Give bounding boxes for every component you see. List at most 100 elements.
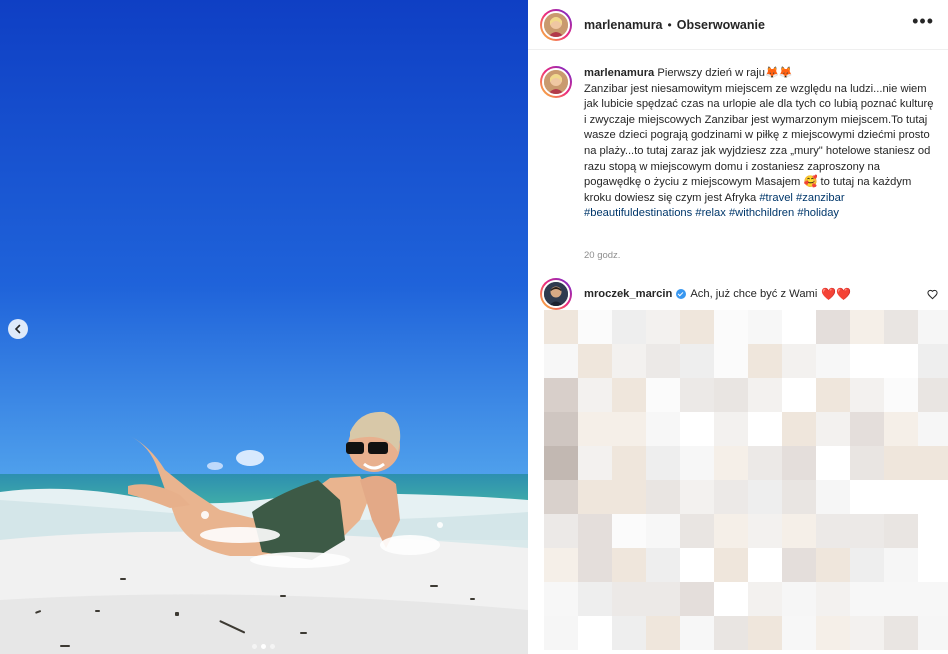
pixel-block [544, 412, 578, 446]
pixel-block [714, 412, 748, 446]
pixel-block [782, 616, 816, 650]
pixel-block [918, 310, 948, 344]
pixel-block [850, 378, 884, 412]
pixel-block [680, 548, 714, 582]
pixel-block [884, 548, 918, 582]
pixel-block [612, 412, 646, 446]
pixel-block [646, 514, 680, 548]
pixel-block [918, 446, 948, 480]
pixel-block [816, 548, 850, 582]
pixel-block [578, 378, 612, 412]
pixel-block [918, 548, 948, 582]
pixel-block [850, 582, 884, 616]
pixel-block [578, 548, 612, 582]
post-header: marlenamura • Obserwowanie ••• [528, 0, 948, 50]
pixel-block [918, 378, 948, 412]
pixel-block [782, 446, 816, 480]
pixel-block [884, 514, 918, 548]
pixel-block [918, 616, 948, 650]
pixel-block [918, 514, 948, 548]
pixel-block [714, 378, 748, 412]
pixelated-comments-area [528, 310, 948, 654]
post-caption: marlenamura Pierwszy dzień w raju🦊🦊 Zanz… [540, 66, 940, 222]
hashtag-link[interactable]: #relax [695, 207, 725, 219]
pixel-block [714, 514, 748, 548]
caption-username[interactable]: marlenamura [584, 67, 654, 79]
pixel-block [714, 616, 748, 650]
post-photo[interactable] [0, 0, 528, 654]
pixel-block [782, 480, 816, 514]
avatar-image [544, 282, 568, 306]
pixel-block [680, 412, 714, 446]
pixel-block [884, 616, 918, 650]
pixel-block [748, 548, 782, 582]
pixel-block [748, 582, 782, 616]
caption-author-avatar[interactable] [540, 66, 572, 98]
hashtag-link[interactable]: #zanzibar [796, 192, 845, 204]
pixel-block [714, 446, 748, 480]
caption-text: marlenamura Pierwszy dzień w raju🦊🦊 Zanz… [584, 66, 938, 222]
hashtag-link[interactable]: #beautifuldestinations [584, 207, 692, 219]
pixel-block [578, 446, 612, 480]
chevron-left-icon [14, 324, 21, 334]
caption-first-line: Pierwszy dzień w raju🦊🦊 [657, 67, 793, 79]
pixel-block [612, 378, 646, 412]
pixel-block [680, 616, 714, 650]
pixel-block [680, 480, 714, 514]
pixel-block [612, 548, 646, 582]
pixel-block [748, 310, 782, 344]
pixel-block [782, 582, 816, 616]
hashtag-link[interactable]: #travel [759, 192, 793, 204]
pixel-block [816, 446, 850, 480]
pixel-block [816, 616, 850, 650]
hashtag-link[interactable]: #holiday [797, 207, 839, 219]
pixel-block [544, 344, 578, 378]
pixel-block [782, 548, 816, 582]
post-side-panel: marlenamura • Obserwowanie ••• marlenamu… [528, 0, 948, 654]
heart-outline-icon[interactable] [927, 289, 938, 300]
commenter-username[interactable]: mroczek_marcin [584, 288, 672, 300]
pixel-block [782, 344, 816, 378]
pixel-block [578, 582, 612, 616]
pixel-block [748, 616, 782, 650]
pixel-block [782, 514, 816, 548]
pixel-block [748, 344, 782, 378]
comment-hearts: ❤️❤️ [821, 287, 852, 301]
pixel-block [714, 480, 748, 514]
pixel-block [714, 582, 748, 616]
pixel-block [850, 480, 884, 514]
more-horizontal-icon[interactable]: ••• [912, 12, 934, 30]
pixel-block [578, 480, 612, 514]
pixel-block [850, 446, 884, 480]
pixel-block [850, 310, 884, 344]
pixel-block [918, 582, 948, 616]
previous-image-button[interactable] [8, 319, 28, 339]
pixel-block [646, 446, 680, 480]
hashtag-link[interactable]: #withchildren [729, 207, 794, 219]
pixel-block [544, 378, 578, 412]
pixel-block [782, 412, 816, 446]
pixel-block [646, 616, 680, 650]
post-timestamp[interactable]: 20 godz. [584, 250, 620, 261]
pixel-block [544, 582, 578, 616]
avatar-image [544, 70, 568, 94]
caption-body: Zanzibar jest niesamowitym miejscem ze w… [584, 82, 934, 204]
pixel-block [646, 548, 680, 582]
pixel-block [884, 344, 918, 378]
carousel-dot [270, 644, 275, 649]
pixel-block [816, 480, 850, 514]
author-username[interactable]: marlenamura [584, 18, 663, 32]
pixel-block [884, 480, 918, 514]
commenter-avatar[interactable] [540, 278, 572, 310]
pixel-block [612, 582, 646, 616]
pixel-block [612, 480, 646, 514]
pixel-block [884, 446, 918, 480]
author-avatar[interactable] [540, 8, 572, 41]
pixel-block [680, 514, 714, 548]
pixel-block [782, 378, 816, 412]
carousel-dot-active [261, 644, 266, 649]
pixel-block [680, 582, 714, 616]
pixel-block [850, 548, 884, 582]
avatar-image [544, 12, 568, 37]
following-button[interactable]: Obserwowanie [677, 18, 765, 32]
